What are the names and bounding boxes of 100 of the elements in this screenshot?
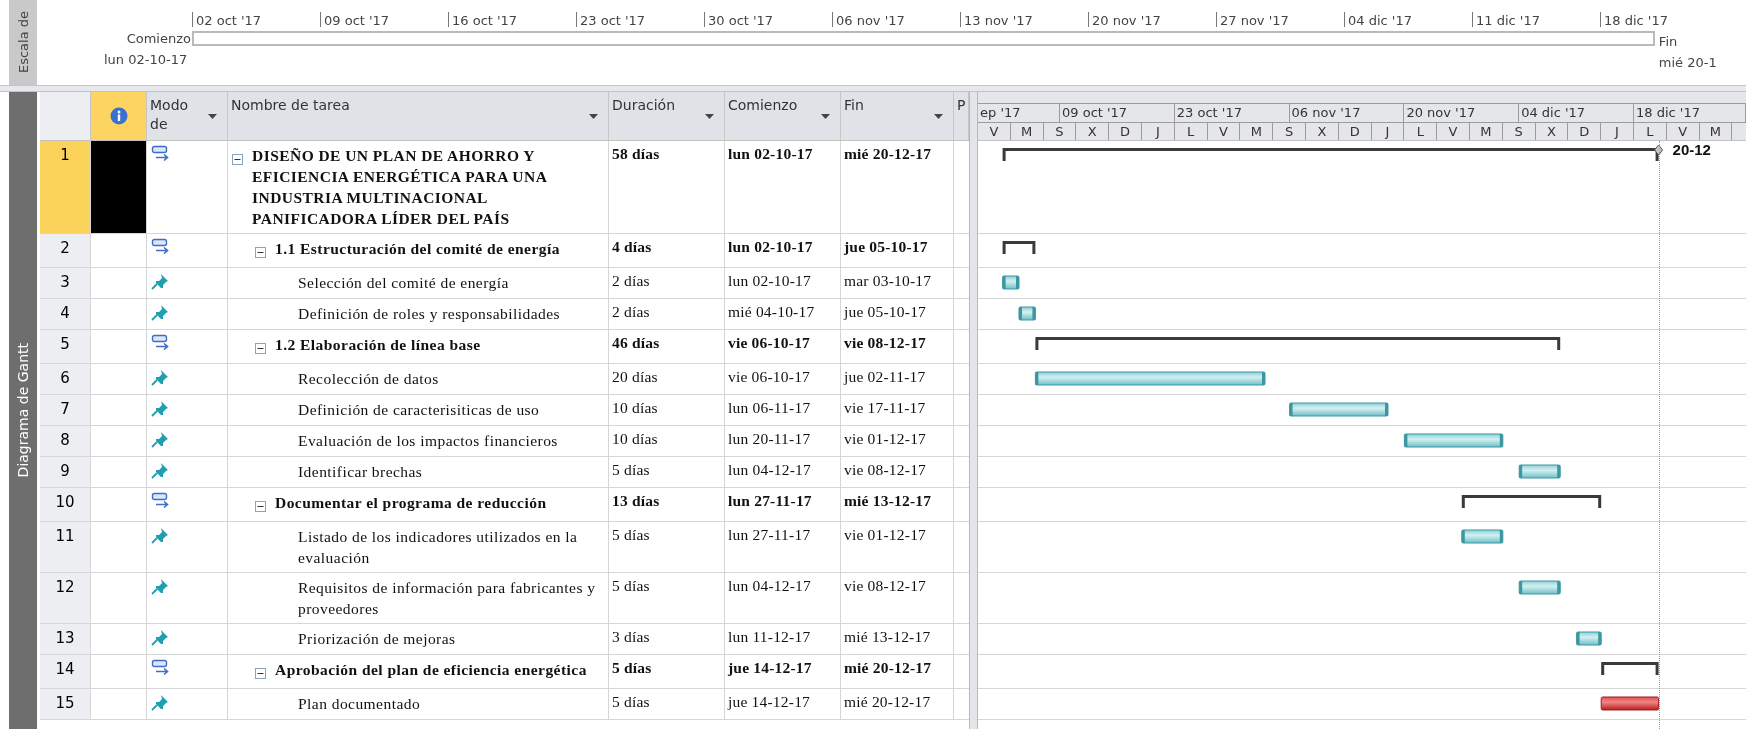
collapse-icon[interactable] bbox=[232, 154, 243, 165]
finish-cell: vie 08-12-17 bbox=[841, 457, 954, 487]
start-cell: lun 04-12-17 bbox=[725, 457, 841, 487]
start-cell: lun 11-12-17 bbox=[725, 624, 841, 654]
collapse-icon[interactable] bbox=[255, 668, 266, 679]
summary-bar[interactable] bbox=[1002, 241, 1036, 254]
row-header[interactable]: 5 bbox=[40, 330, 91, 363]
finish-cell: jue 05-10-17 bbox=[841, 299, 954, 329]
task-name: Definición de roles y responsabilidades bbox=[298, 304, 561, 324]
task-bar[interactable] bbox=[1461, 529, 1504, 544]
column-header[interactable]: Comienzo bbox=[725, 92, 841, 140]
duration-cell: 13 días bbox=[609, 488, 725, 521]
row-header[interactable]: 12 bbox=[40, 573, 91, 623]
row-header[interactable]: 7 bbox=[40, 395, 91, 425]
collapse-icon[interactable] bbox=[255, 501, 266, 512]
row-header[interactable]: 15 bbox=[40, 689, 91, 719]
pushpin-icon bbox=[151, 577, 171, 595]
timeline-tick-label: 16 oct '17 bbox=[448, 12, 518, 27]
start-cell: lun 06-11-17 bbox=[725, 395, 841, 425]
pushpin-icon bbox=[151, 272, 171, 290]
finish-cell: mié 20-12-17 bbox=[841, 689, 954, 719]
task-name: Priorización de mejoras bbox=[298, 629, 456, 649]
arrow-icon bbox=[151, 659, 171, 677]
bar-date-label: 20-12 bbox=[1672, 141, 1711, 158]
summary-bar[interactable] bbox=[1461, 495, 1602, 508]
task-bar[interactable] bbox=[1518, 580, 1561, 595]
row-header[interactable]: 3 bbox=[40, 268, 91, 298]
task-bar[interactable] bbox=[1018, 306, 1036, 321]
duration-cell: 2 días bbox=[609, 299, 725, 329]
pushpin-icon bbox=[151, 461, 171, 479]
finish-cell: vie 17-11-17 bbox=[841, 395, 954, 425]
task-bar[interactable] bbox=[1403, 433, 1504, 448]
row-header[interactable]: 4 bbox=[40, 299, 91, 329]
row-header[interactable]: 8 bbox=[40, 426, 91, 456]
task-name: Selección del comité de energía bbox=[298, 273, 509, 293]
task-bar[interactable] bbox=[1289, 402, 1389, 417]
start-cell: lun 27-11-17 bbox=[725, 488, 841, 521]
row-number: 14 bbox=[55, 660, 75, 678]
day-label: V bbox=[978, 122, 1011, 140]
day-label: L bbox=[1633, 122, 1667, 140]
caret-icon[interactable] bbox=[208, 114, 217, 119]
column-header[interactable]: Modo de bbox=[147, 92, 228, 140]
task-bar[interactable] bbox=[1600, 696, 1660, 711]
day-label: V bbox=[1437, 122, 1470, 140]
timeline-tick-label: 20 nov '17 bbox=[1088, 12, 1161, 27]
day-label: M bbox=[1469, 122, 1503, 140]
timeline-tick-label: 02 oct '17 bbox=[192, 12, 262, 27]
task-bar[interactable] bbox=[1034, 371, 1266, 386]
header-cell[interactable] bbox=[91, 92, 147, 140]
caret-icon[interactable] bbox=[589, 114, 598, 119]
finish-cell: mié 13-12-17 bbox=[841, 624, 954, 654]
caret-icon[interactable] bbox=[821, 114, 830, 119]
finish-cell: vie 08-12-17 bbox=[841, 330, 954, 363]
row-header[interactable]: 1 bbox=[40, 141, 91, 233]
column-header[interactable]: P bbox=[954, 92, 969, 140]
collapse-icon[interactable] bbox=[255, 247, 266, 258]
timeline-tick-label: 09 oct '17 bbox=[320, 12, 390, 27]
row-header[interactable]: 13 bbox=[40, 624, 91, 654]
row-header[interactable]: 10 bbox=[40, 488, 91, 521]
duration-cell: 5 días bbox=[609, 655, 725, 688]
task-bar[interactable] bbox=[1002, 275, 1020, 290]
duration-cell: 46 días bbox=[609, 330, 725, 363]
summary-bar[interactable] bbox=[1601, 662, 1659, 675]
row-header[interactable]: 14 bbox=[40, 655, 91, 688]
column-header[interactable]: Duración bbox=[609, 92, 725, 140]
duration-cell: 10 días bbox=[609, 426, 725, 456]
row-header[interactable]: 2 bbox=[40, 234, 91, 267]
duration-cell: 3 días bbox=[609, 624, 725, 654]
timeline-tick-label: 13 nov '17 bbox=[960, 12, 1033, 27]
collapse-icon[interactable] bbox=[255, 343, 266, 354]
task-name: DISEÑO DE UN PLAN DE AHORRO Y EFICIENCIA ENERGÉTICA PARA UNA INDUSTRIA MULTINACIONAL PANIFICADORA LÍDER DEL PAÍS bbox=[252, 146, 548, 229]
task-name: Recolección de datos bbox=[298, 369, 439, 389]
start-cell: lun 02-10-17 bbox=[725, 141, 841, 233]
summary-bar[interactable] bbox=[1002, 148, 1659, 161]
day-label: D bbox=[1338, 122, 1372, 140]
caret-icon[interactable] bbox=[934, 114, 943, 119]
duration-cell: 4 días bbox=[609, 234, 725, 267]
period-label: 20 nov '17 bbox=[1404, 104, 1520, 122]
day-label: X bbox=[1076, 122, 1110, 140]
task-bar[interactable] bbox=[1518, 464, 1561, 479]
duration-cell: 58 días bbox=[609, 141, 725, 233]
finish-cell: vie 01-12-17 bbox=[841, 522, 954, 572]
day-label: D bbox=[1109, 122, 1142, 140]
task-bar[interactable] bbox=[1576, 631, 1602, 646]
row-header[interactable]: 9 bbox=[40, 457, 91, 487]
row-header[interactable]: 11 bbox=[40, 522, 91, 572]
summary-bar[interactable] bbox=[1035, 337, 1561, 350]
duration-cell: 20 días bbox=[609, 364, 725, 394]
column-header[interactable]: Fin bbox=[841, 92, 954, 140]
task-name: Evaluación de los impactos financieros bbox=[298, 431, 558, 451]
row-number: 8 bbox=[60, 431, 70, 449]
column-header[interactable]: Nombre de tarea bbox=[228, 92, 609, 140]
start-cell: lun 04-12-17 bbox=[725, 573, 841, 623]
caret-icon[interactable] bbox=[705, 114, 714, 119]
day-label: J bbox=[1142, 122, 1175, 140]
row-number: 7 bbox=[60, 400, 70, 418]
task-name: Plan documentado bbox=[298, 694, 421, 714]
row-header[interactable]: 6 bbox=[40, 364, 91, 394]
start-cell: lun 02-10-17 bbox=[725, 268, 841, 298]
finish-cell: mar 03-10-17 bbox=[841, 268, 954, 298]
